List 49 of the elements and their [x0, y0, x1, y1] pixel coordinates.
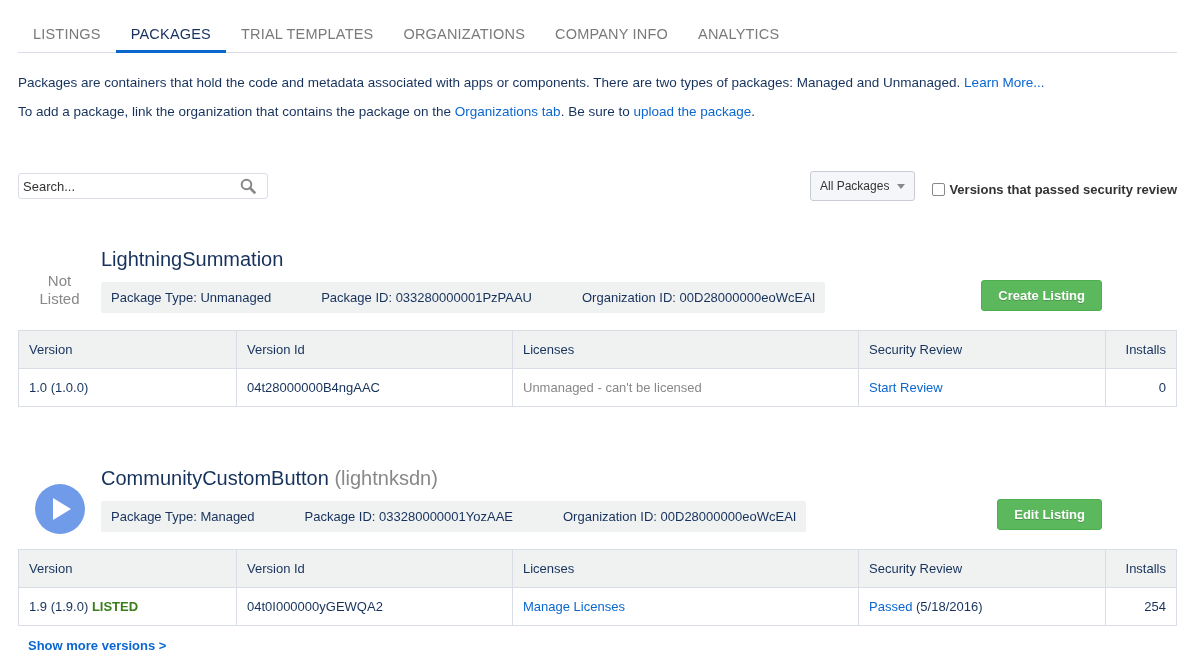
package-title: LightningSummation	[101, 248, 285, 271]
version-id-cell: 04t28000000B4ngAAC	[236, 368, 513, 407]
tab[interactable]: ANALYTICS	[683, 22, 795, 53]
manage-licenses-link[interactable]: Manage Licenses	[523, 599, 625, 614]
play-icon	[34, 483, 85, 534]
column-header: Version Id	[236, 330, 513, 369]
licenses-text: Unmanaged - can't be licensed	[523, 380, 702, 395]
show-more-link[interactable]: Show more versions >	[28, 638, 167, 653]
inline-link[interactable]: Organizations tab	[454, 104, 561, 119]
column-header: Licenses	[512, 330, 859, 369]
column-header: Installs	[1105, 330, 1177, 369]
installs-cell: 254	[1105, 587, 1177, 626]
checkbox[interactable]	[932, 182, 946, 196]
package-info-text: Package ID: 033280000001PzPAAU	[321, 290, 532, 305]
tab[interactable]: TRIAL TEMPLATES	[226, 22, 389, 53]
inline-link[interactable]: Learn More...	[964, 75, 1045, 90]
column-header: Version	[18, 330, 237, 369]
column-header: Version Id	[236, 549, 513, 588]
package-title: CommunityCustomButton (lightnksdn)	[101, 467, 439, 490]
package-filter-dropdown[interactable]: All Packages	[810, 171, 916, 201]
package-info-text: Organization ID: 00D28000000eoWcEAI	[582, 290, 816, 305]
not-listed-label: Not Listed	[38, 271, 81, 308]
column-header: Installs	[1105, 549, 1177, 588]
column-header: Licenses	[512, 549, 859, 588]
package-info-text: Organization ID: 00D28000000eoWcEAI	[563, 509, 797, 524]
tab[interactable]: COMPANY INFO	[540, 22, 684, 53]
caret-icon	[897, 183, 906, 189]
review-link[interactable]: Start Review	[869, 380, 943, 395]
column-header: Security Review	[858, 330, 1106, 369]
tab[interactable]: ORGANIZATIONS	[388, 22, 540, 53]
version-id-cell: 04t0I000000yGEWQA2	[236, 587, 513, 626]
version-cell: 1.9 (1.9.0) LISTED	[18, 587, 237, 626]
installs-cell: 0	[1105, 368, 1177, 407]
package-info-text: Package ID: 033280000001YozAAE	[304, 509, 513, 524]
column-header: Version	[18, 549, 237, 588]
package-info-text: Package Type: Unmanaged	[111, 290, 272, 305]
tab[interactable]: PACKAGES	[115, 22, 226, 53]
checkbox-label: Versions that passed security review	[949, 181, 1177, 197]
review-date-text: (5/18/2016)	[916, 599, 983, 614]
review-link[interactable]: Passed	[869, 599, 913, 614]
search-icon	[240, 178, 256, 194]
search-field[interactable]: Search...	[18, 173, 268, 199]
description-text: Packages are containers that hold the code and metadata associated with apps or components. There are two types of packages: Managed and Unmanaged. Learn More...	[18, 75, 1046, 90]
package-info-text: Package Type: Managed	[111, 509, 255, 524]
tab[interactable]: LISTINGS	[18, 22, 116, 53]
column-header: Security Review	[858, 549, 1106, 588]
description-text: To add a package, link the organization that contains the package on the Organizations tab. Be sure to upload the package.	[18, 104, 757, 119]
version-cell: 1.0 (1.0.0)	[18, 368, 237, 407]
inline-link[interactable]: upload the package	[633, 104, 752, 119]
